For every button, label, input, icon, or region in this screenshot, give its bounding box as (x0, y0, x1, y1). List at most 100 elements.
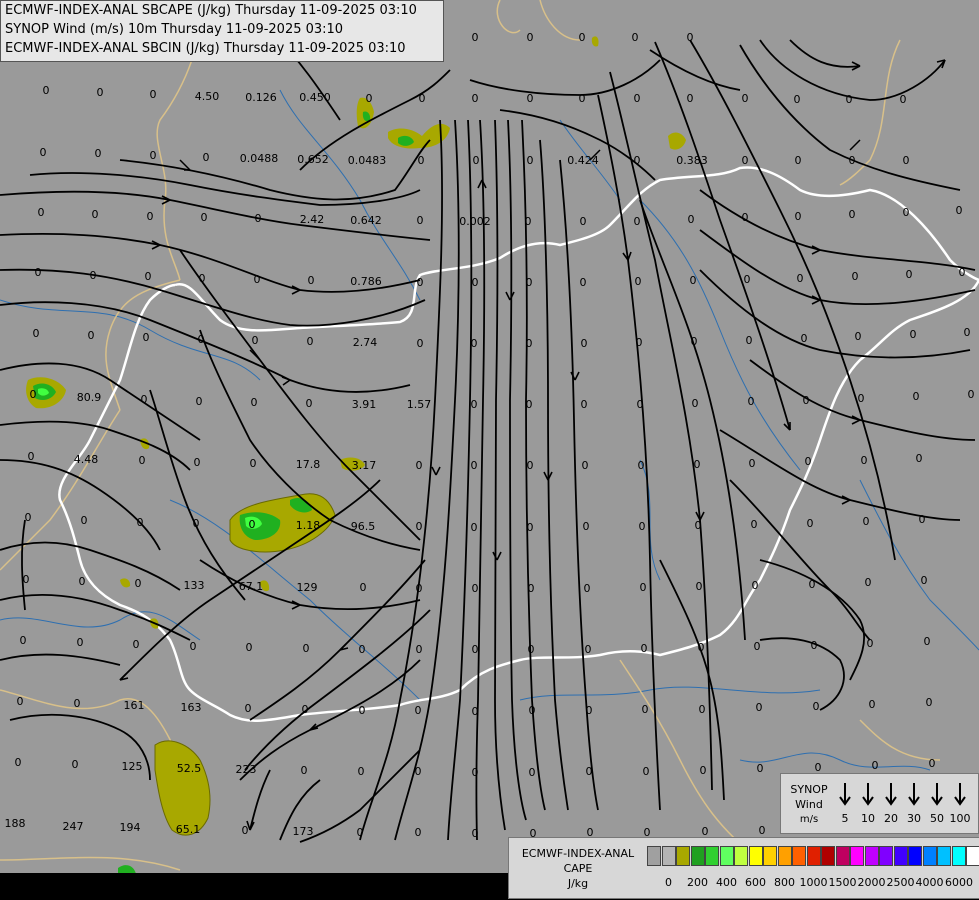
map-value-label: 0.786 (350, 275, 382, 288)
cape-color-swatch (690, 846, 705, 866)
map-value-label: 0 (97, 86, 104, 99)
map-value-label: 0 (308, 274, 315, 287)
map-value-label: 0 (35, 266, 42, 279)
map-value-label: 0 (861, 454, 868, 467)
map-value-label: 0 (473, 154, 480, 167)
wind-legend-label: SYNOP Wind m/s (785, 782, 833, 827)
map-value-label: 65.1 (176, 823, 201, 836)
map-value-label: 0 (133, 638, 140, 651)
map-value-label: 0 (807, 517, 814, 530)
map-value-label: 223 (236, 763, 257, 776)
map-value-label: 0 (640, 581, 647, 594)
map-value-label: 0 (527, 31, 534, 44)
map-value-label: 0.642 (350, 214, 382, 227)
map-value-label: 0 (582, 459, 589, 472)
cape-color-swatch (835, 846, 850, 866)
map-value-label: 0 (526, 398, 533, 411)
map-value-label: 0 (852, 270, 859, 283)
cape-color-swatch (676, 846, 690, 866)
map-value-label: 0 (40, 146, 47, 159)
map-value-label: 0 (198, 333, 205, 346)
map-value-label: 194 (120, 821, 141, 834)
map-value-label: 0 (199, 272, 206, 285)
map-value-label: 0 (801, 332, 808, 345)
map-value-label: 0 (471, 337, 478, 350)
map-value-label: 0 (858, 392, 865, 405)
cape-color-swatch (908, 846, 922, 866)
cape-color-swatch (719, 846, 734, 866)
wind-legend-arrow-icon (953, 782, 967, 806)
map-value-label: 0 (749, 457, 756, 470)
map-value-label: 0 (303, 642, 310, 655)
map-value-label: 0 (586, 704, 593, 717)
map-value-label: 0 (964, 326, 971, 339)
map-value-label: 0 (471, 521, 478, 534)
map-value-label: 3.17 (352, 459, 377, 472)
map-value-label: 0 (900, 93, 907, 106)
map-value-label: 0 (752, 579, 759, 592)
map-value-label: 0 (910, 328, 917, 341)
wind-legend-arrow-icon (930, 782, 944, 806)
map-value-label: 0 (249, 518, 256, 531)
map-value-label: 0.002 (459, 215, 491, 228)
map-value-label: 0 (906, 268, 913, 281)
map-value-label: 0 (359, 643, 366, 656)
map-value-label: 0 (756, 701, 763, 714)
map-value-label: 0 (360, 581, 367, 594)
map-value-label: 0 (472, 582, 479, 595)
map-value-label: 0 (95, 147, 102, 160)
map-value-label: 0 (919, 513, 926, 526)
cape-color-swatch (705, 846, 719, 866)
map-value-label: 0 (634, 92, 641, 105)
map-value-label: 0 (251, 396, 258, 409)
map-value-label: 0 (77, 636, 84, 649)
map-value-label: 0 (690, 274, 697, 287)
map-value-label: 0 (17, 695, 24, 708)
map-value-label: 0 (867, 637, 874, 650)
map-value-label: 0 (797, 272, 804, 285)
map-value-label: 0 (74, 697, 81, 710)
map-value-label: 0 (585, 643, 592, 656)
weather-map[interactable]: 0 0 0 0 0 0 0 0 0 4.50 0.126 0.450 0 0 0 0 0 0 0 0 0 0 0 0 0 0 0 0.… (0, 0, 979, 900)
wind-legend-title-2: Wind (795, 798, 823, 811)
map-value-label: 0 (643, 765, 650, 778)
map-value-label: 0 (527, 521, 534, 534)
map-value-label: 0 (417, 214, 424, 227)
title-wind: SYNOP Wind (m/s) 10m Thursday 11-09-2025… (5, 22, 344, 37)
map-value-label: 0 (529, 704, 536, 717)
cape-color-swatch (937, 846, 951, 866)
map-value-label: 0 (698, 641, 705, 654)
map-value-label: 0.450 (299, 91, 331, 104)
map-value-label: 0 (419, 92, 426, 105)
wind-legend-title-1: SYNOP (790, 783, 828, 796)
map-value-label: 0 (744, 273, 751, 286)
map-value-label: 0 (580, 276, 587, 289)
map-value-label: 0 (415, 765, 422, 778)
map-value-label: 1.18 (296, 519, 321, 532)
map-viewer: 0 0 0 0 0 0 0 0 0 4.50 0.126 0.450 0 0 0 0 0 0 0 0 0 0 0 0 0 0 0 0.… (0, 0, 979, 900)
map-value-label: 67.1 (239, 580, 264, 593)
map-value-label: 0 (150, 88, 157, 101)
map-value-label: 0 (254, 273, 261, 286)
wind-legend: SYNOP Wind m/s 5 10 20 30 50 100 (780, 773, 979, 834)
map-value-label: 0 (415, 826, 422, 839)
map-value-label: 0 (805, 455, 812, 468)
map-value-label: 0 (849, 208, 856, 221)
title-cape: ECMWF-INDEX-ANAL SBCAPE (J/kg) Thursday … (5, 3, 417, 18)
map-value-label: 173 (293, 825, 314, 838)
map-value-label: 0 (687, 31, 694, 44)
map-value-label: 0 (527, 154, 534, 167)
map-value-label: 4.48 (74, 453, 99, 466)
cape-color-swatch (951, 846, 966, 866)
cape-legend-title-2: CAPE (563, 862, 593, 875)
map-value-label: 0 (190, 640, 197, 653)
cape-color-swatch (879, 846, 893, 866)
wind-legend-arrow-icon (884, 782, 898, 806)
map-value-label: 0 (688, 213, 695, 226)
map-value-label: 0 (809, 578, 816, 591)
map-value-label: 0 (583, 520, 590, 533)
map-value-label: 0 (929, 757, 936, 770)
map-value-label: 0 (694, 458, 701, 471)
map-background (0, 0, 979, 875)
map-value-label: 0.0483 (348, 154, 387, 167)
